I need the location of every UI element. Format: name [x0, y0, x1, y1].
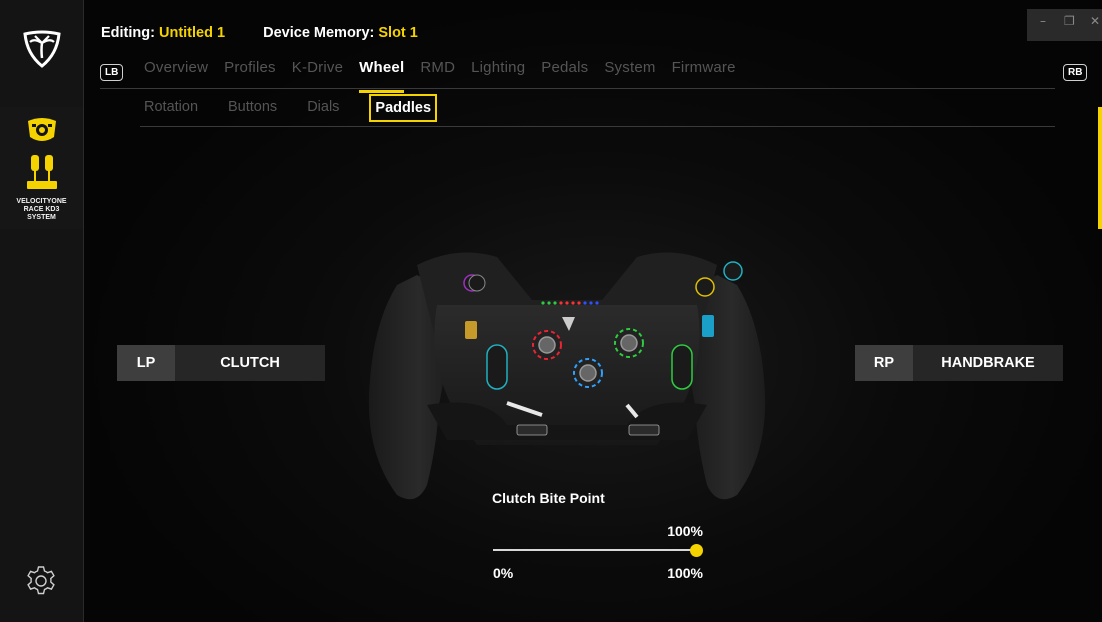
subtab-buttons[interactable]: Buttons	[228, 99, 277, 122]
clutch-bite-point-value: 100%	[667, 523, 703, 539]
right-paddle-key: RP	[855, 345, 913, 381]
settings-gear-icon[interactable]	[25, 565, 57, 597]
slider-min-label: 0%	[493, 565, 514, 581]
right-paddle-assignment[interactable]: RP HANDBRAKE	[855, 345, 1063, 381]
app-window: VELOCITYONE RACE KD3 SYSTEM Editing: Unt…	[0, 0, 1102, 622]
clutch-bite-point-track[interactable]	[493, 549, 696, 551]
left-paddle-key: LP	[117, 345, 175, 381]
steering-wheel-image	[368, 252, 766, 500]
minimize-button[interactable]: –	[1040, 14, 1046, 28]
tab-divider	[100, 88, 1055, 89]
slider-max-label: 100%	[667, 565, 703, 581]
tab-pedals[interactable]: Pedals	[541, 59, 588, 85]
rb-bumper-hint[interactable]: RB	[1063, 64, 1088, 81]
device-name-label: VELOCITYONE RACE KD3 SYSTEM	[16, 198, 67, 221]
left-paddle-function: CLUTCH	[175, 345, 325, 381]
tab-rmd[interactable]: RMD	[420, 59, 455, 85]
wheel-device-icon	[28, 118, 56, 141]
device-memory-slot: Slot 1	[378, 25, 418, 41]
left-paddle-assignment[interactable]: LP CLUTCH	[117, 345, 325, 381]
clutch-bite-point-title: Clutch Bite Point	[492, 490, 605, 506]
turtle-beach-logo-icon[interactable]	[21, 28, 63, 70]
subtab-divider	[140, 126, 1055, 127]
right-paddle-function: HANDBRAKE	[913, 345, 1063, 381]
sidebar-active-indicator	[1098, 107, 1102, 229]
device-memory-label: Device Memory:	[263, 25, 375, 41]
subtab-paddles[interactable]: Paddles	[369, 94, 438, 122]
tab-overview[interactable]: Overview	[144, 59, 208, 85]
tab-k-drive[interactable]: K-Drive	[292, 59, 343, 85]
close-button[interactable]: ✕	[1090, 14, 1100, 28]
wheel-subtabs: Rotation Buttons Dials Paddles	[144, 94, 467, 122]
lb-bumper-hint[interactable]: LB	[100, 64, 124, 81]
main-tabs: Overview Profiles K-Drive Wheel RMD Ligh…	[144, 59, 752, 93]
subtab-rotation[interactable]: Rotation	[144, 99, 198, 122]
clutch-bite-point-thumb[interactable]	[689, 544, 703, 557]
sidebar	[0, 0, 84, 622]
tab-lighting[interactable]: Lighting	[471, 59, 525, 85]
maximize-button[interactable]: ❐	[1064, 14, 1075, 28]
header-status: Editing: Untitled 1 Device Memory: Slot …	[101, 25, 418, 41]
tab-wheel[interactable]: Wheel	[359, 59, 405, 93]
pedals-device-icon	[27, 155, 57, 189]
subtab-dials[interactable]: Dials	[307, 99, 339, 122]
editing-label: Editing:	[101, 25, 155, 41]
tab-profiles[interactable]: Profiles	[224, 59, 276, 85]
profile-name: Untitled 1	[159, 25, 226, 41]
tab-system[interactable]: System	[604, 59, 655, 85]
tab-firmware[interactable]: Firmware	[672, 59, 736, 85]
